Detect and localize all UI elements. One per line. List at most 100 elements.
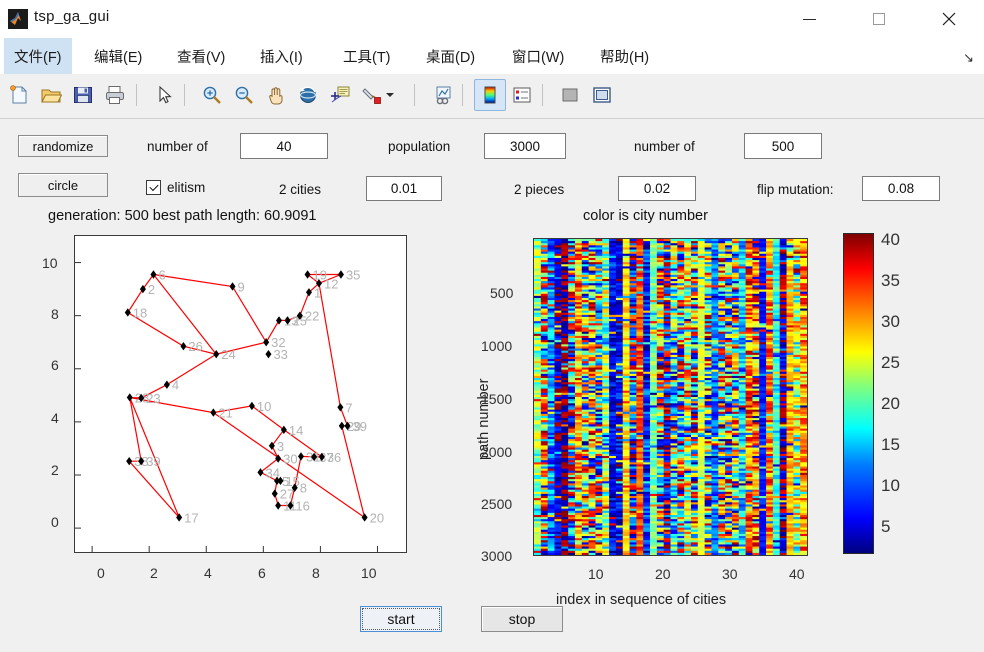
- insert-legend-button[interactable]: [506, 79, 538, 111]
- swap-two-pieces-input[interactable]: 0.02: [618, 176, 696, 201]
- circle-button[interactable]: circle: [18, 173, 108, 197]
- window-title: tsp_ga_gui: [34, 8, 110, 25]
- svg-text:18: 18: [133, 305, 147, 320]
- rotate-3d-button[interactable]: [292, 79, 324, 111]
- svg-text:4: 4: [172, 378, 179, 393]
- heatmap-xtick-40: 40: [789, 566, 805, 582]
- save-figure-button[interactable]: [67, 79, 99, 111]
- swap-two-pieces-value: 0.02: [643, 181, 671, 196]
- tour-ytick-8: 8: [51, 306, 59, 322]
- menu-item-view-label: 查看(V): [177, 49, 226, 66]
- start-button[interactable]: start: [360, 606, 442, 632]
- new-figure-button[interactable]: [3, 79, 35, 111]
- svg-text:36: 36: [327, 450, 341, 465]
- path-heatmap-axes[interactable]: [533, 238, 808, 556]
- menu-item-file[interactable]: 文件(F): [4, 38, 72, 74]
- save-figure-icon: [74, 87, 92, 103]
- tsp-tour-canvas: 6218932262442328193512122251372939102138…: [75, 262, 384, 552]
- close-button[interactable]: [926, 0, 972, 38]
- hide-plot-tools-icon: [562, 88, 578, 102]
- number-of-cities-input[interactable]: 40: [240, 133, 328, 159]
- heatmap-ytick-500: 500: [490, 285, 514, 301]
- menu-item-tools[interactable]: 工具(T): [333, 38, 401, 74]
- population-label: population: [388, 139, 451, 154]
- show-plot-tools-button[interactable]: [586, 79, 618, 111]
- menu-item-edit[interactable]: 编辑(E): [84, 38, 152, 74]
- svg-text:17: 17: [184, 510, 198, 525]
- toolbar-separator: [136, 84, 137, 106]
- tour-xtick-6: 6: [258, 565, 266, 581]
- menu-overflow-icon[interactable]: ↘: [963, 50, 974, 66]
- menu-item-window[interactable]: 窗口(W): [502, 38, 574, 74]
- chevron-down-icon: [386, 93, 394, 97]
- randomize-button[interactable]: randomize: [18, 135, 108, 157]
- data-cursor-icon: [331, 86, 350, 103]
- rotate-3d-icon: [299, 86, 317, 103]
- insert-colorbar-icon: [484, 86, 496, 104]
- colorbar-tick-35: 35: [881, 271, 900, 290]
- menu-item-view[interactable]: 查看(V): [167, 38, 235, 74]
- checkbox-checked-icon: [146, 180, 161, 195]
- toolbar-separator: [184, 84, 185, 106]
- flip-mutation-input[interactable]: 0.08: [862, 176, 940, 201]
- randomize-label: randomize: [32, 138, 94, 154]
- brush-dropdown-button[interactable]: [382, 79, 398, 111]
- menu-item-file-label: 文件(F): [14, 49, 62, 66]
- hide-plot-tools-button[interactable]: [554, 79, 586, 111]
- svg-text:39: 39: [353, 419, 367, 434]
- menu-item-insert[interactable]: 插入(I): [250, 38, 313, 74]
- insert-colorbar-button[interactable]: [474, 79, 506, 111]
- number-of-generations-input[interactable]: 500: [744, 133, 822, 159]
- menu-item-insert-label: 插入(I): [260, 49, 303, 66]
- menu-item-tools-label: 工具(T): [343, 49, 391, 66]
- stop-button[interactable]: stop: [481, 606, 563, 632]
- swap-two-pieces-label: 2 pieces: [514, 182, 565, 197]
- colorbar-tick-30: 30: [881, 312, 900, 331]
- menu-item-window-label: 窗口(W): [512, 49, 565, 66]
- svg-text:10: 10: [257, 399, 271, 414]
- data-cursor-button[interactable]: [324, 79, 356, 111]
- tour-ytick-0: 0: [51, 514, 59, 530]
- colorbar-tick-10: 10: [881, 476, 900, 495]
- menu-item-desktop[interactable]: 桌面(D): [416, 38, 485, 74]
- svg-text:8: 8: [300, 481, 307, 496]
- heatmap-xtick-20: 20: [655, 566, 671, 582]
- toolbar-separator: [462, 84, 463, 106]
- svg-text:14: 14: [289, 423, 303, 438]
- svg-text:1: 1: [314, 285, 321, 300]
- svg-text:7: 7: [345, 400, 352, 415]
- population-input[interactable]: 3000: [484, 133, 566, 159]
- svg-text:24: 24: [221, 347, 235, 362]
- number-of-cities-value: 40: [276, 138, 292, 154]
- pan-button[interactable]: [260, 79, 292, 111]
- menu-item-help[interactable]: 帮助(H): [590, 38, 659, 74]
- svg-text:20: 20: [370, 510, 384, 525]
- zoom-in-button[interactable]: [196, 79, 228, 111]
- zoom-out-button[interactable]: [228, 79, 260, 111]
- tour-xtick-8: 8: [312, 565, 320, 581]
- pointer-icon: [159, 85, 172, 104]
- colorbar[interactable]: [843, 233, 874, 554]
- maximize-button[interactable]: [856, 0, 902, 38]
- heatmap-ytick-2500: 2500: [481, 496, 513, 512]
- minimize-button[interactable]: [786, 0, 832, 38]
- maximize-icon: [873, 13, 885, 25]
- link-plot-button[interactable]: [428, 79, 460, 111]
- print-figure-button[interactable]: [99, 79, 131, 111]
- pan-icon: [269, 87, 283, 105]
- start-label: start: [387, 611, 415, 627]
- flip-mutation-label: flip mutation:: [757, 182, 834, 197]
- number-of-generations-label: number of: [634, 139, 695, 154]
- elitism-checkbox[interactable]: elitism: [146, 180, 205, 195]
- swap-two-cities-input[interactable]: 0.01: [366, 176, 442, 201]
- heatmap-xtick-30: 30: [722, 566, 738, 582]
- swap-two-cities-label: 2 cities: [279, 182, 322, 197]
- open-file-button[interactable]: [35, 79, 67, 111]
- colorbar-tick-5: 5: [881, 517, 891, 536]
- tsp-tour-axes[interactable]: 6218932262442328193512122251372939102138…: [74, 235, 407, 553]
- pointer-button[interactable]: [148, 79, 180, 111]
- insert-legend-icon: [513, 87, 531, 103]
- elitism-label: elitism: [167, 180, 206, 195]
- tour-ytick-10: 10: [42, 255, 58, 271]
- population-value: 3000: [509, 138, 541, 154]
